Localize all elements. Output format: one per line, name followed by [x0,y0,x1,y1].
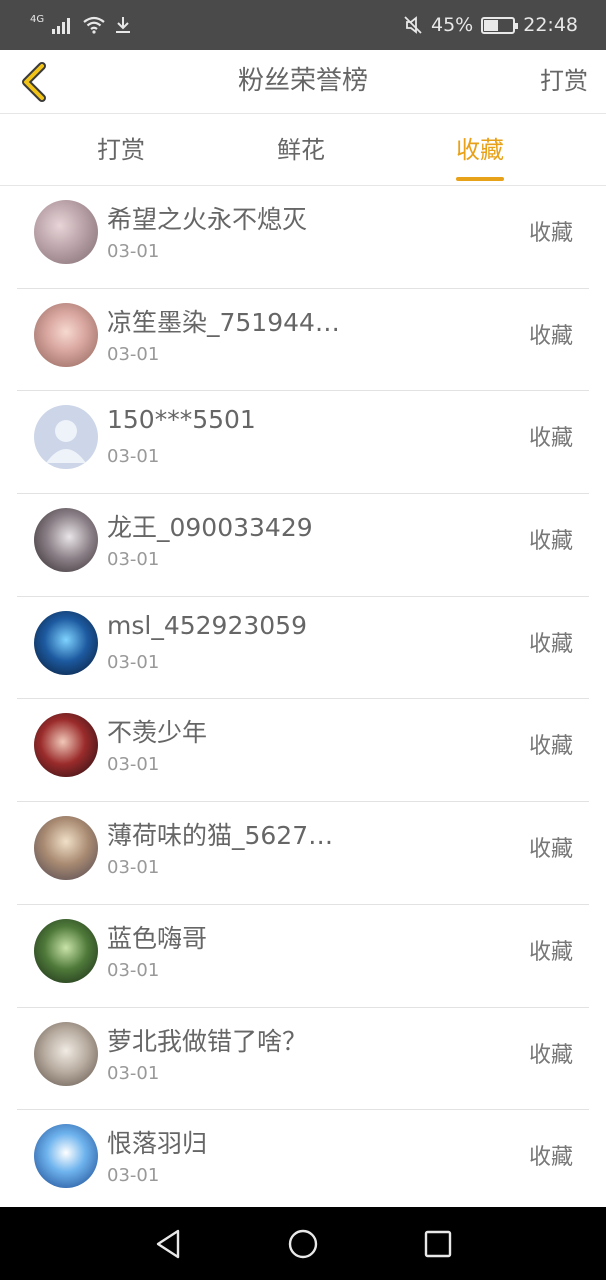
item-action-label: 收藏 [528,426,573,452]
list-item[interactable]: 希望之火永不熄灭 03-01 收藏 [17,186,589,289]
status-left: 4G [30,13,132,34]
mute-icon [404,16,422,34]
user-name: 凉笙墨染_751944… [107,307,340,337]
avatar [34,405,98,470]
avatar [34,610,98,675]
page-title: 粉丝荣誉榜 [237,66,368,96]
item-date: 03-01 [107,857,160,879]
list-item[interactable]: 恨落羽归 03-01 收藏 [17,1110,589,1213]
item-date: 03-01 [107,549,160,571]
user-name: 萝北我做错了啥？ [107,1026,308,1056]
list-item[interactable]: msl_452923059 03-01 收藏 [17,597,589,700]
user-name: 希望之火永不熄灭 [107,205,308,234]
status-bar: 4G 45% 22:48 [0,0,606,50]
avatar [34,816,98,881]
app-header: 粉丝荣誉榜 打赏 [0,50,606,114]
user-name: 恨落羽归 [107,1129,208,1159]
item-date: 03-01 [107,651,160,673]
clock: 22:48 [523,14,578,36]
tab-bar: 打赏 鲜花 收藏 [0,115,606,186]
list-item[interactable]: 150***5501 03-01 收藏 [17,391,589,495]
list-item[interactable]: 凉笙墨染_751944… 03-01 收藏 [17,289,589,392]
avatar [34,302,98,367]
item-action-label: 收藏 [528,631,573,657]
network-type-label: 4G [30,13,45,25]
item-action-label: 收藏 [528,734,573,760]
wifi-icon [83,16,105,34]
status-right: 45% 22:48 [403,14,578,36]
item-date: 03-01 [107,754,160,776]
tab-reward[interactable]: 打赏 [97,115,145,186]
avatar [34,713,98,778]
system-nav-bar [0,1207,606,1280]
signal-icon [52,18,71,34]
tab-flowers[interactable]: 鲜花 [277,115,325,186]
item-date: 03-01 [107,446,160,468]
avatar [34,1124,98,1189]
item-date: 03-01 [107,959,160,981]
battery-icon [481,16,519,34]
item-action-label: 收藏 [528,837,573,863]
item-date: 03-01 [107,343,160,365]
fan-list: 希望之火永不熄灭 03-01 收藏 凉笙墨染_751944… 03-01 收藏 … [0,186,606,1213]
item-action-label: 收藏 [528,323,573,349]
item-action-label: 收藏 [528,221,573,246]
item-action-label: 收藏 [528,1145,573,1171]
active-tab-indicator [456,177,504,181]
list-item[interactable]: 蓝色嗨哥 03-01 收藏 [17,905,589,1008]
item-date: 03-01 [107,241,160,262]
default-user-icon [46,420,86,464]
list-item[interactable]: 萝北我做错了啥？ 03-01 收藏 [17,1008,589,1111]
user-name: 150***5501 [107,405,256,435]
item-action-label: 收藏 [528,1042,573,1068]
item-action-label: 收藏 [528,529,573,555]
back-triangle-icon[interactable] [150,1225,188,1263]
avatar [34,508,98,573]
item-date: 03-01 [107,1165,160,1187]
battery-percent: 45% [431,14,474,36]
user-name: 蓝色嗨哥 [107,923,208,953]
home-circle-icon[interactable] [284,1225,322,1263]
avatar [34,200,98,264]
user-name: 薄荷味的猫_5627… [107,821,334,851]
item-date: 03-01 [107,1062,160,1084]
user-name: 龙王_090033429 [107,513,313,543]
download-icon [116,17,131,33]
list-item[interactable]: 薄荷味的猫_5627… 03-01 收藏 [17,802,589,905]
avatar [34,918,98,983]
reward-button[interactable]: 打赏 [540,50,588,114]
user-name: 不羡少年 [107,718,208,748]
list-item[interactable]: 龙王_090033429 03-01 收藏 [17,494,589,597]
avatar [34,1021,98,1086]
item-action-label: 收藏 [528,939,573,965]
user-name: msl_452923059 [107,610,307,640]
list-item[interactable]: 不羡少年 03-01 收藏 [17,699,589,803]
tab-favorites[interactable]: 收藏 [456,115,504,186]
recents-square-icon[interactable] [419,1225,457,1263]
